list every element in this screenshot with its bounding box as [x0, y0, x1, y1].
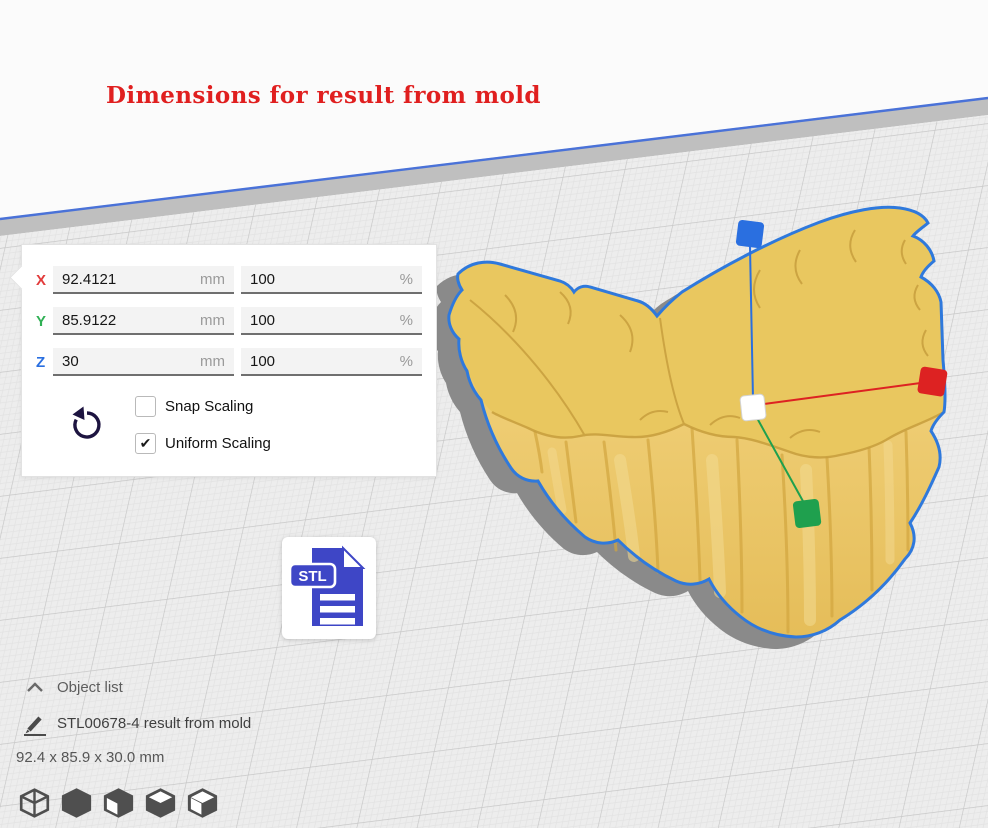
view-front-button[interactable] — [61, 787, 92, 819]
percent-input-z[interactable]: 100 % — [241, 348, 422, 376]
scale-handle-x[interactable] — [917, 366, 948, 397]
unit-label: mm — [200, 312, 225, 329]
view-top-button[interactable] — [103, 787, 134, 819]
page-title: Dimensions for result from mold — [106, 82, 706, 109]
stl-badge-label: STL — [298, 568, 326, 585]
view-3d-button[interactable] — [19, 787, 50, 819]
reset-scale-button[interactable] — [70, 405, 104, 443]
object-list-item-label: STL00678-4 result from mold — [57, 715, 251, 732]
checkbox-checked[interactable]: ✔ — [135, 433, 156, 454]
snap-scaling-label: Snap Scaling — [165, 398, 253, 415]
axis-label-x: X — [36, 272, 52, 289]
view-toolbar — [19, 787, 218, 821]
axis-row-x: X 92.4121 mm 100 % — [22, 266, 436, 296]
size-input-y[interactable]: 85.9122 mm — [53, 307, 234, 335]
view-right-button[interactable] — [187, 787, 218, 819]
pencil-icon — [22, 714, 48, 738]
object-list-title: Object list — [57, 679, 123, 696]
axis-row-y: Y 85.9122 mm 100 % — [22, 307, 436, 337]
scale-tool-panel: X 92.4121 mm 100 % Y 85.9122 mm 100 % Z — [21, 244, 437, 477]
model-dimensions: 92.4 x 85.9 x 30.0 mm — [16, 749, 164, 766]
scale-handle-center[interactable] — [740, 394, 766, 421]
unit-label: mm — [200, 271, 225, 288]
size-input-x[interactable]: 92.4121 mm — [53, 266, 234, 294]
cube-top-face-icon — [145, 787, 176, 819]
object-list-item[interactable]: STL00678-4 result from mold — [14, 712, 334, 736]
axis-row-z: Z 30 mm 100 % — [22, 348, 436, 378]
unit-label: % — [400, 353, 413, 370]
scale-handle-z[interactable] — [736, 220, 765, 249]
scale-handle-y[interactable] — [793, 499, 822, 529]
cube-right-face-icon — [187, 787, 218, 819]
checkbox-unchecked[interactable] — [135, 396, 156, 417]
uniform-scaling-label: Uniform Scaling — [165, 435, 271, 452]
axis-label-y: Y — [36, 313, 52, 330]
axis-label-z: Z — [36, 354, 52, 371]
object-list-header[interactable]: Object list — [14, 676, 334, 698]
unit-label: % — [400, 312, 413, 329]
application-window: Dimensions for result from mold X 92.412… — [0, 0, 988, 828]
stl-doc-icon: STL — [282, 537, 376, 639]
unit-label: mm — [200, 353, 225, 370]
size-input-z[interactable]: 30 mm — [53, 348, 234, 376]
cube-wireframe-icon — [19, 787, 50, 819]
view-left-button[interactable] — [145, 787, 176, 819]
cube-left-face-icon — [103, 787, 134, 819]
unit-label: % — [400, 271, 413, 288]
cube-solid-icon — [61, 787, 92, 819]
stl-file-icon: STL — [282, 537, 376, 639]
percent-input-x[interactable]: 100 % — [241, 266, 422, 294]
percent-input-y[interactable]: 100 % — [241, 307, 422, 335]
collapse-chevron-icon[interactable] — [26, 682, 44, 693]
reset-icon — [70, 405, 104, 443]
